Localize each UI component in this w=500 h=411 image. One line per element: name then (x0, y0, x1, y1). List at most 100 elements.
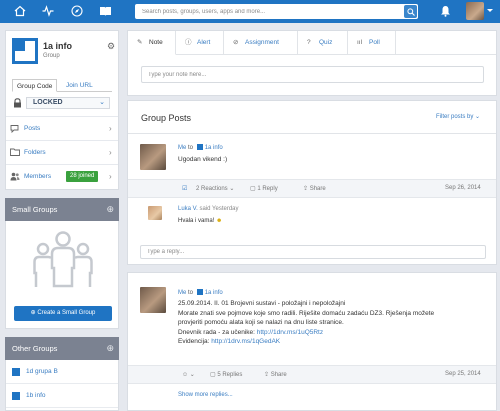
sidebar-item-members[interactable]: Members 28 joined › (6, 164, 118, 188)
tab-poll[interactable]: ııl Poll (348, 31, 396, 55)
share-button[interactable]: ⇪ Share (264, 371, 287, 378)
group-code-tabs: Group Code Join URL (12, 79, 112, 92)
post-meta: Me to 1a info (178, 144, 223, 151)
chevron-right-icon: › (109, 172, 112, 181)
share-icon: ⇪ (264, 372, 270, 378)
reactions-button[interactable]: 2 Reactions ⌄ (196, 185, 234, 192)
share-icon: ⇪ (303, 186, 309, 192)
reactions-icon[interactable]: ☺ ⌄ (182, 371, 195, 378)
tab-join-url[interactable]: Join URL (62, 79, 97, 92)
sidebar-item-label: Folders (24, 149, 46, 156)
post-link[interactable]: http://1drv.ms/1uQ5Rtz (257, 329, 323, 336)
small-groups-panel: ⊕ Create a Small Group (5, 221, 119, 329)
folder-icon (10, 148, 20, 158)
check-circle-icon: ⊘ (233, 39, 239, 46)
group-type: Group (43, 53, 60, 59)
commenter-avatar[interactable] (148, 206, 162, 220)
members-icon (10, 172, 20, 183)
group-color-icon (12, 368, 20, 376)
lock-status-dropdown[interactable]: LOCKED ⌄ (26, 97, 110, 109)
sidebar-item-label: Members (24, 173, 52, 180)
post-group-link[interactable]: 1a info (205, 290, 223, 296)
lock-icon (13, 98, 22, 111)
search-bar (135, 4, 418, 19)
tab-group-code[interactable]: Group Code (12, 79, 58, 92)
quiz-icon: ? (307, 39, 311, 46)
add-group-icon[interactable]: ⊕ (106, 337, 114, 360)
people-placeholder-icon (33, 231, 93, 288)
reactions-icon[interactable]: ☑ (182, 185, 187, 192)
post-actions-bar: ☑ 2 Reactions ⌄ ▢ 1 Reply ⇪ Share Sep 26… (128, 179, 496, 198)
post-author-link[interactable]: Me (178, 290, 186, 296)
comment-author-link[interactable]: Luka V. (178, 206, 198, 212)
small-groups-header: Small Groups ⊕ (5, 198, 119, 221)
share-button[interactable]: ⇪ Share (303, 185, 326, 192)
reply-icon: ▢ (250, 186, 256, 192)
home-icon[interactable] (13, 4, 27, 18)
sidebar-item-folders[interactable]: Folders › (6, 140, 118, 164)
add-small-group-icon[interactable]: ⊕ (106, 198, 114, 221)
post-body: Ugodan vikend :) (178, 156, 228, 163)
tab-assignment[interactable]: ⊘ Assignment (224, 31, 298, 55)
user-avatar[interactable] (466, 2, 484, 20)
bar-chart-icon: ııl (357, 39, 363, 46)
other-group-item[interactable]: 1d grupa B (6, 360, 118, 384)
post-body: 25.09.2014. II. 01 Brojevni sustavi - po… (178, 300, 435, 345)
show-more-replies-link[interactable]: Show more replies... (178, 392, 233, 398)
group-color-icon (196, 144, 203, 150)
chevron-right-icon: › (109, 124, 112, 133)
other-group-item[interactable]: 1b info (6, 384, 118, 408)
group-info-card: 1a info Group ⚙ Group Code Join URL LOCK… (5, 30, 119, 190)
other-groups-panel: 1d grupa B 1b info (5, 360, 119, 411)
gear-icon[interactable]: ⚙ (107, 41, 115, 52)
chevron-down-icon: ⌄ (475, 114, 481, 120)
tab-quiz[interactable]: ? Quiz (298, 31, 348, 55)
post-date: Sep 26, 2014 (445, 185, 481, 191)
sidebar-item-posts[interactable]: Posts › (6, 116, 118, 140)
author-avatar[interactable] (140, 144, 166, 170)
group-color-icon (12, 392, 20, 400)
reply-button[interactable]: ▢ 1 Reply (250, 185, 278, 192)
compass-icon[interactable] (70, 4, 84, 18)
post-date: Sep 25, 2014 (445, 371, 481, 377)
other-group-label: 1d grupa B (26, 368, 58, 375)
smiley-icon: ☻ (216, 218, 223, 224)
bell-icon[interactable] (438, 4, 452, 18)
members-count-badge: 28 joined (66, 171, 99, 182)
top-navigation-bar (0, 0, 500, 23)
alert-icon: ⓘ (185, 39, 192, 46)
author-avatar[interactable] (140, 287, 166, 313)
lock-status-value: LOCKED (33, 99, 63, 106)
sidebar-item-label: Posts (24, 125, 41, 132)
group-logo (12, 38, 38, 64)
comment-author: Luka V. said Yesterday (178, 206, 239, 212)
search-icon[interactable] (404, 5, 417, 18)
post-group-link[interactable]: 1a info (205, 145, 223, 151)
post-link[interactable]: http://1drv.ms/1qGedAK (211, 338, 280, 345)
group-posts-feed: Group Posts Filter posts by ⌄ Me to 1a i… (127, 100, 497, 265)
group-color-icon (196, 289, 203, 295)
divider (128, 133, 496, 134)
tab-note[interactable]: ✎ Note (128, 31, 176, 55)
reply-input[interactable] (141, 246, 485, 258)
feed-title: Group Posts (141, 113, 192, 123)
reply-button[interactable]: ▢ 5 Replies (210, 371, 242, 378)
filter-posts-dropdown[interactable]: Filter posts by ⌄ (436, 113, 480, 120)
reply-icon: ▢ (210, 372, 216, 378)
book-icon[interactable] (98, 4, 112, 18)
note-input-wrapper (141, 66, 484, 83)
activity-icon[interactable] (41, 4, 55, 18)
composer-tabs-filler (396, 31, 496, 55)
comment-text: Hvala i vama! ☻ (178, 218, 223, 224)
note-input[interactable] (142, 67, 483, 82)
group-name[interactable]: 1a info (43, 41, 72, 51)
post-author-link[interactable]: Me (178, 145, 186, 151)
tab-alert[interactable]: ⓘ Alert (176, 31, 224, 55)
post-composer: ✎ Note ⓘ Alert ⊘ Assignment ? Quiz ııl Poll (127, 30, 497, 96)
create-small-group-button[interactable]: ⊕ Create a Small Group (14, 306, 112, 321)
group-post: Me to 1a info 25.09.2014. II. 01 Brojevn… (127, 272, 497, 411)
plus-circle-icon: ⊕ (30, 310, 36, 316)
chevron-down-icon[interactable] (487, 9, 493, 12)
chat-bubble-icon (10, 124, 19, 135)
search-input[interactable] (135, 4, 395, 19)
